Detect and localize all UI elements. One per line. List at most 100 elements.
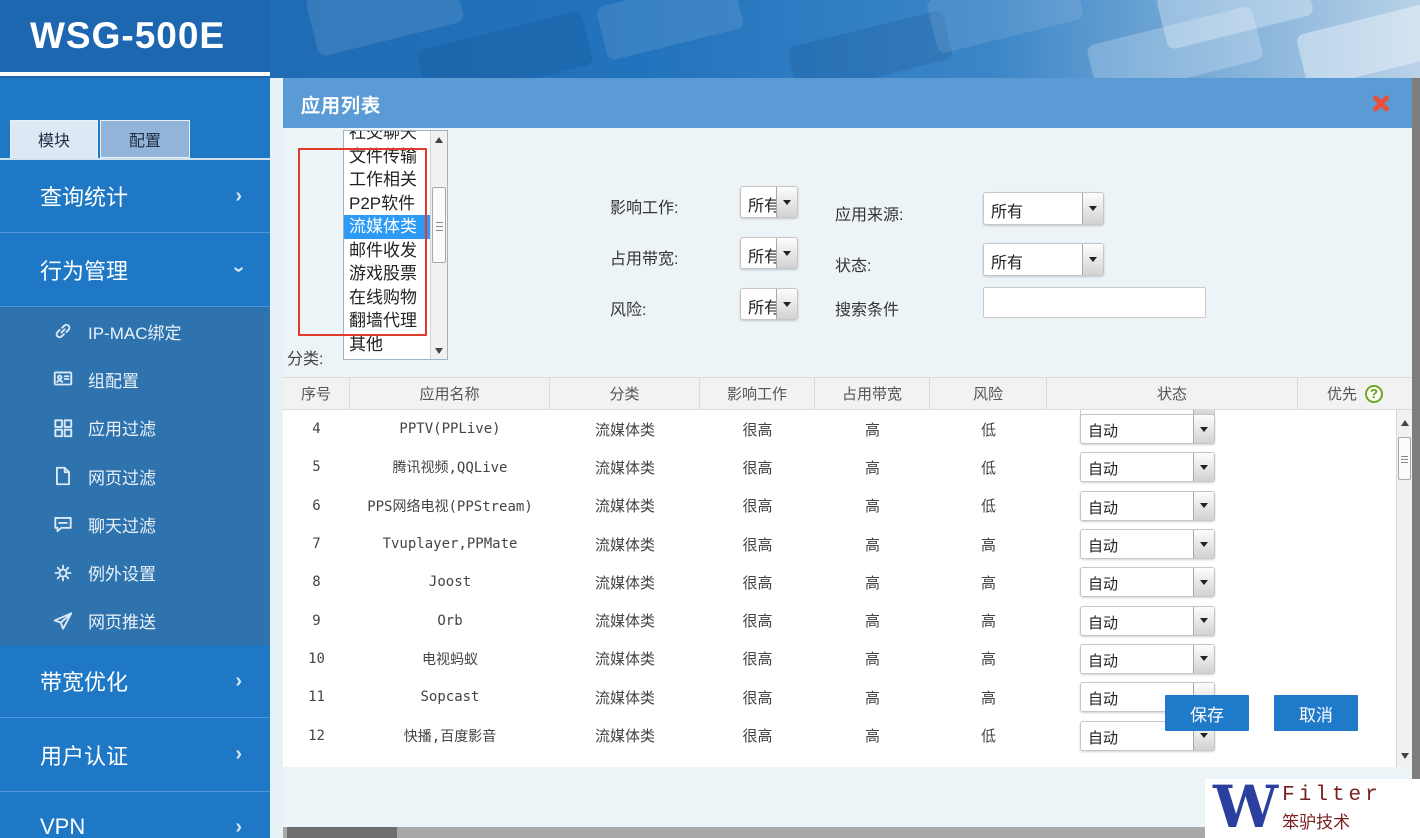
sidebar-group-bandwidth[interactable]: 带宽优化 ›: [0, 645, 270, 718]
status-select[interactable]: 自动: [1080, 567, 1215, 597]
cell-category: 流媒体类: [550, 495, 700, 516]
table-row: 6PPS网络电视(PPStream)流媒体类很高高低自动: [283, 487, 1412, 525]
dropdown-arrow-icon[interactable]: [776, 187, 797, 217]
dropdown-arrow-icon[interactable]: [1193, 415, 1214, 443]
cell-risk: 高: [930, 687, 1047, 708]
help-icon[interactable]: ?: [1365, 385, 1383, 403]
category-option[interactable]: 文件传输: [344, 145, 430, 169]
status-select[interactable]: 自动: [1080, 491, 1215, 521]
dropdown-arrow-icon[interactable]: [776, 238, 797, 268]
status-select[interactable]: 自动: [1080, 606, 1215, 636]
chevron-right-icon: ›: [235, 743, 242, 766]
status-select[interactable]: 自动: [1080, 644, 1215, 674]
category-option[interactable]: 在线购物: [344, 286, 430, 310]
listbox-scrollbar[interactable]: [430, 131, 447, 359]
category-option[interactable]: 社交聊天: [344, 130, 430, 145]
cell-bandwidth: 高: [815, 648, 930, 669]
sidebar-group-user-auth[interactable]: 用户认证 ›: [0, 718, 270, 792]
sidebar-tabs: 模块 配置: [10, 120, 190, 158]
search-label: 搜索条件: [835, 296, 899, 320]
select-value: 所有: [741, 238, 776, 268]
subitem-label: 例外设置: [88, 560, 156, 585]
scroll-down-icon[interactable]: [1397, 749, 1412, 763]
col-header-risk: 风险: [930, 378, 1047, 409]
window-scrollbar[interactable]: [1412, 78, 1420, 838]
category-option[interactable]: 翻墙代理: [344, 309, 430, 333]
listbox-scroll-thumb[interactable]: [432, 187, 446, 263]
cell-no: 5: [283, 459, 350, 475]
chevron-right-icon: ›: [235, 816, 242, 838]
link-icon: [52, 320, 74, 342]
category-option[interactable]: 工作相关: [344, 168, 430, 192]
close-icon[interactable]: [1370, 92, 1392, 114]
dropdown-arrow-icon[interactable]: [1082, 244, 1103, 275]
impact-filter-select[interactable]: 所有: [740, 186, 798, 218]
logo-name: Filter: [1282, 784, 1382, 807]
cell-risk: 低: [930, 419, 1047, 440]
category-option[interactable]: 邮件收发: [344, 239, 430, 263]
dropdown-arrow-icon[interactable]: [776, 289, 797, 319]
cell-app-name: 快播,百度影音: [350, 726, 550, 746]
cell-risk: 高: [930, 572, 1047, 593]
category-option[interactable]: 其他: [344, 333, 430, 357]
risk-filter-select[interactable]: 所有: [740, 288, 798, 320]
sidebar-group-behavior-mgmt[interactable]: 行为管理 ›: [0, 233, 270, 307]
category-listbox-options: 社交聊天文件传输工作相关P2P软件流媒体类邮件收发游戏股票在线购物翻墙代理其他: [344, 130, 430, 359]
scroll-down-icon[interactable]: [431, 342, 447, 359]
cancel-button[interactable]: 取消: [1274, 695, 1358, 731]
dropdown-arrow-icon[interactable]: [1193, 530, 1214, 558]
subitem-label: IP-MAC绑定: [88, 319, 182, 344]
scroll-up-icon[interactable]: [1397, 416, 1412, 430]
sidebar-item-exception-settings[interactable]: 例外设置: [0, 548, 270, 596]
col-header-no: 序号: [283, 378, 350, 409]
dropdown-arrow-icon[interactable]: [1193, 492, 1214, 520]
table-scroll-thumb[interactable]: [1398, 437, 1411, 480]
bandwidth-filter-select[interactable]: 所有: [740, 237, 798, 269]
sidebar-item-web-filter[interactable]: 网页过滤: [0, 452, 270, 500]
dropdown-arrow-icon[interactable]: [1193, 607, 1214, 635]
select-value: 自动: [1081, 453, 1193, 481]
tab-modules[interactable]: 模块: [10, 120, 98, 158]
category-option[interactable]: P2P软件: [344, 192, 430, 216]
search-input[interactable]: [983, 287, 1206, 318]
cell-app-name: Orb: [350, 613, 550, 629]
sidebar-item-app-filter[interactable]: 应用过滤: [0, 404, 270, 452]
source-filter-select[interactable]: 所有: [983, 192, 1104, 225]
sidebar-item-group-config[interactable]: 组配置: [0, 355, 270, 403]
category-option[interactable]: 流媒体类: [344, 215, 430, 239]
cell-risk: 低: [930, 725, 1047, 746]
dropdown-arrow-icon[interactable]: [1193, 568, 1214, 596]
status-filter-select[interactable]: 所有: [983, 243, 1104, 276]
dropdown-arrow-icon[interactable]: [1082, 193, 1103, 224]
sidebar-group-vpn[interactable]: VPN ›: [0, 792, 270, 838]
source-filter-label: 应用来源:: [835, 201, 903, 225]
sidebar-group-query-stats[interactable]: 查询统计 ›: [0, 160, 270, 233]
dropdown-arrow-icon[interactable]: [1193, 453, 1214, 481]
horizontal-scroll-thumb[interactable]: [287, 827, 397, 838]
tab-config[interactable]: 配置: [100, 120, 190, 158]
chat-icon: [52, 513, 74, 535]
cell-bandwidth: 高: [815, 725, 930, 746]
select-value: 自动: [1081, 492, 1193, 520]
sidebar-item-chat-filter[interactable]: 聊天过滤: [0, 500, 270, 548]
cell-bandwidth: 高: [815, 457, 930, 478]
select-value: 自动: [1081, 568, 1193, 596]
save-button[interactable]: 保存: [1165, 695, 1249, 731]
status-select[interactable]: 自动: [1080, 414, 1215, 444]
sidebar-item-ip-mac-binding[interactable]: IP-MAC绑定: [0, 307, 270, 355]
dropdown-arrow-icon[interactable]: [1193, 645, 1214, 673]
col-header-category: 分类: [550, 378, 700, 409]
table-scrollbar[interactable]: [1396, 410, 1412, 767]
status-select[interactable]: 自动: [1080, 452, 1215, 482]
cell-category: 流媒体类: [550, 419, 700, 440]
category-option[interactable]: 游戏股票: [344, 262, 430, 286]
cell-no: 6: [283, 498, 350, 514]
sidebar-item-web-push[interactable]: 网页推送: [0, 597, 270, 645]
category-listbox[interactable]: 社交聊天文件传输工作相关P2P软件流媒体类邮件收发游戏股票在线购物翻墙代理其他: [343, 130, 448, 360]
col-header-app-name: 应用名称: [350, 378, 550, 409]
cell-no: 10: [283, 651, 350, 667]
status-select[interactable]: 自动: [1080, 529, 1215, 559]
id-card-icon: [52, 368, 74, 390]
scroll-up-icon[interactable]: [431, 131, 447, 148]
cell-status: 自动: [1047, 644, 1298, 674]
